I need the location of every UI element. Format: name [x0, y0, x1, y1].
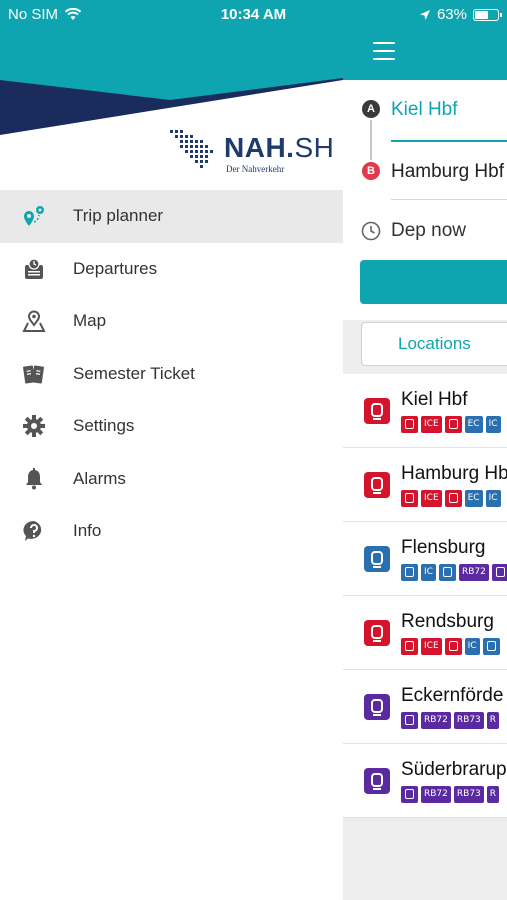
question-icon [23, 520, 42, 541]
nav-item-alarms[interactable]: Alarms [0, 453, 343, 506]
location-row[interactable]: Hamburg Hbf ICE EC IC [343, 448, 507, 522]
product-chips: ICE EC IC [401, 490, 501, 507]
product-icon [444, 416, 462, 433]
logo-wordmark: NAH.SH [224, 132, 335, 163]
navigation-drawer: NAH.SH Der Nahverkehr Trip planner Depar… [0, 0, 343, 900]
gear-icon [23, 415, 45, 437]
location-row[interactable]: Kiel Hbf ICE EC IC [343, 374, 507, 448]
product-chip: IC [485, 416, 501, 433]
drawer-nav: Trip planner Departures Map Semester Tic… [0, 190, 343, 558]
location-name: Süderbrarup [401, 759, 507, 780]
origin-field[interactable]: Kiel Hbf [391, 99, 458, 121]
locations-list: Kiel Hbf ICE EC IC Hamburg Hbf ICE EC IC Flensbu… [343, 374, 507, 818]
nav-label-semester-ticket: Semester Ticket [73, 363, 195, 383]
train-icon [364, 620, 390, 646]
departure-time-field[interactable]: Dep now [391, 220, 466, 242]
hamburger-menu-button[interactable] [373, 42, 395, 60]
nav-item-departures[interactable]: Departures [0, 243, 343, 296]
train-icon [364, 398, 390, 424]
route-connector [370, 120, 372, 160]
product-chip: RB72 [421, 712, 451, 729]
product-icon [401, 712, 418, 729]
product-icon [438, 564, 456, 581]
battery-percent: 63% [436, 6, 467, 23]
nav-label-departures: Departures [73, 258, 158, 278]
search-button[interactable] [360, 260, 507, 304]
location-name: Eckernförde [401, 685, 504, 706]
nav-item-settings[interactable]: Settings [0, 400, 343, 453]
nav-label-trip-planner: Trip planner [73, 206, 164, 226]
product-chip: RB73 [453, 712, 484, 729]
nav-item-trip-planner[interactable]: Trip planner [0, 190, 343, 243]
trip-planner-panel: A Kiel Hbf B Hamburg Hbf Dep now Locatio… [343, 0, 507, 900]
product-icon [401, 490, 418, 507]
product-icon [401, 416, 418, 433]
product-chips: IC RB72 [401, 564, 507, 581]
status-bar: No SIM 10:34 AM 63% [0, 0, 507, 30]
train-icon [364, 472, 390, 498]
product-chip: RB73 [453, 786, 484, 803]
nav-label-map: Map [73, 311, 107, 331]
product-chip: ICE [421, 416, 442, 433]
nav-item-map[interactable]: Map [0, 295, 343, 348]
product-chip: EC [464, 490, 483, 507]
train-icon [364, 768, 390, 794]
nav-label-alarms: Alarms [73, 468, 126, 488]
logo-map-dots-icon [170, 130, 213, 168]
tickets-icon [23, 365, 44, 383]
origin-badge: A [362, 100, 380, 118]
product-icon [401, 638, 418, 655]
logo-tagline: Der Nahverkehr [226, 164, 285, 174]
nav-label-info: Info [73, 521, 102, 541]
product-icon [491, 564, 507, 581]
product-chip: RB72 [458, 564, 489, 581]
product-chip: R [486, 712, 500, 729]
location-name: Flensburg [401, 537, 486, 558]
departures-board-icon [25, 257, 43, 279]
location-name: Rendsburg [401, 611, 494, 632]
product-icon [444, 638, 462, 655]
product-icon [401, 564, 418, 581]
location-row[interactable]: Eckernförde RB72 RB73 R [343, 670, 507, 744]
product-chip: ICE [421, 490, 442, 507]
location-row[interactable]: Süderbrarup RB72 RB73 R [343, 744, 507, 818]
destination-underline [391, 199, 507, 200]
product-icon [401, 786, 418, 803]
nah-sh-logo: NAH.SH Der Nahverkehr [170, 128, 334, 178]
product-chip: IC [464, 638, 480, 655]
train-icon [364, 546, 390, 572]
location-name: Kiel Hbf [401, 389, 468, 410]
map-pin-icon [22, 310, 46, 332]
product-chips: RB72 RB73 R [401, 786, 500, 803]
product-chips: ICE EC IC [401, 416, 501, 433]
nav-item-semester-ticket[interactable]: Semester Ticket [0, 348, 343, 401]
product-chip: R [486, 786, 500, 803]
product-chips: ICE IC [401, 638, 500, 655]
product-chip: IC [485, 490, 501, 507]
location-row[interactable]: Rendsburg ICE IC [343, 596, 507, 670]
nav-label-settings: Settings [73, 416, 135, 436]
product-chip: EC [464, 416, 483, 433]
train-icon [364, 694, 390, 720]
product-chip: ICE [421, 638, 442, 655]
battery-icon [473, 8, 502, 21]
product-icon [482, 638, 500, 655]
product-chip: IC [421, 564, 436, 581]
clock-icon [361, 221, 381, 241]
location-arrow-icon [419, 9, 430, 20]
location-name: Hamburg Hbf [401, 463, 507, 484]
location-row[interactable]: Flensburg IC RB72 [343, 522, 507, 596]
bell-icon [26, 467, 42, 489]
nav-item-info[interactable]: Info [0, 505, 343, 558]
product-chip: RB72 [421, 786, 451, 803]
tab-locations[interactable]: Locations [361, 322, 507, 366]
destination-badge: B [362, 162, 380, 180]
product-icon [444, 490, 462, 507]
route-pin-icon [24, 206, 44, 226]
product-chips: RB72 RB73 R [401, 712, 500, 729]
destination-field[interactable]: Hamburg Hbf [391, 161, 504, 183]
origin-underline [391, 140, 507, 142]
